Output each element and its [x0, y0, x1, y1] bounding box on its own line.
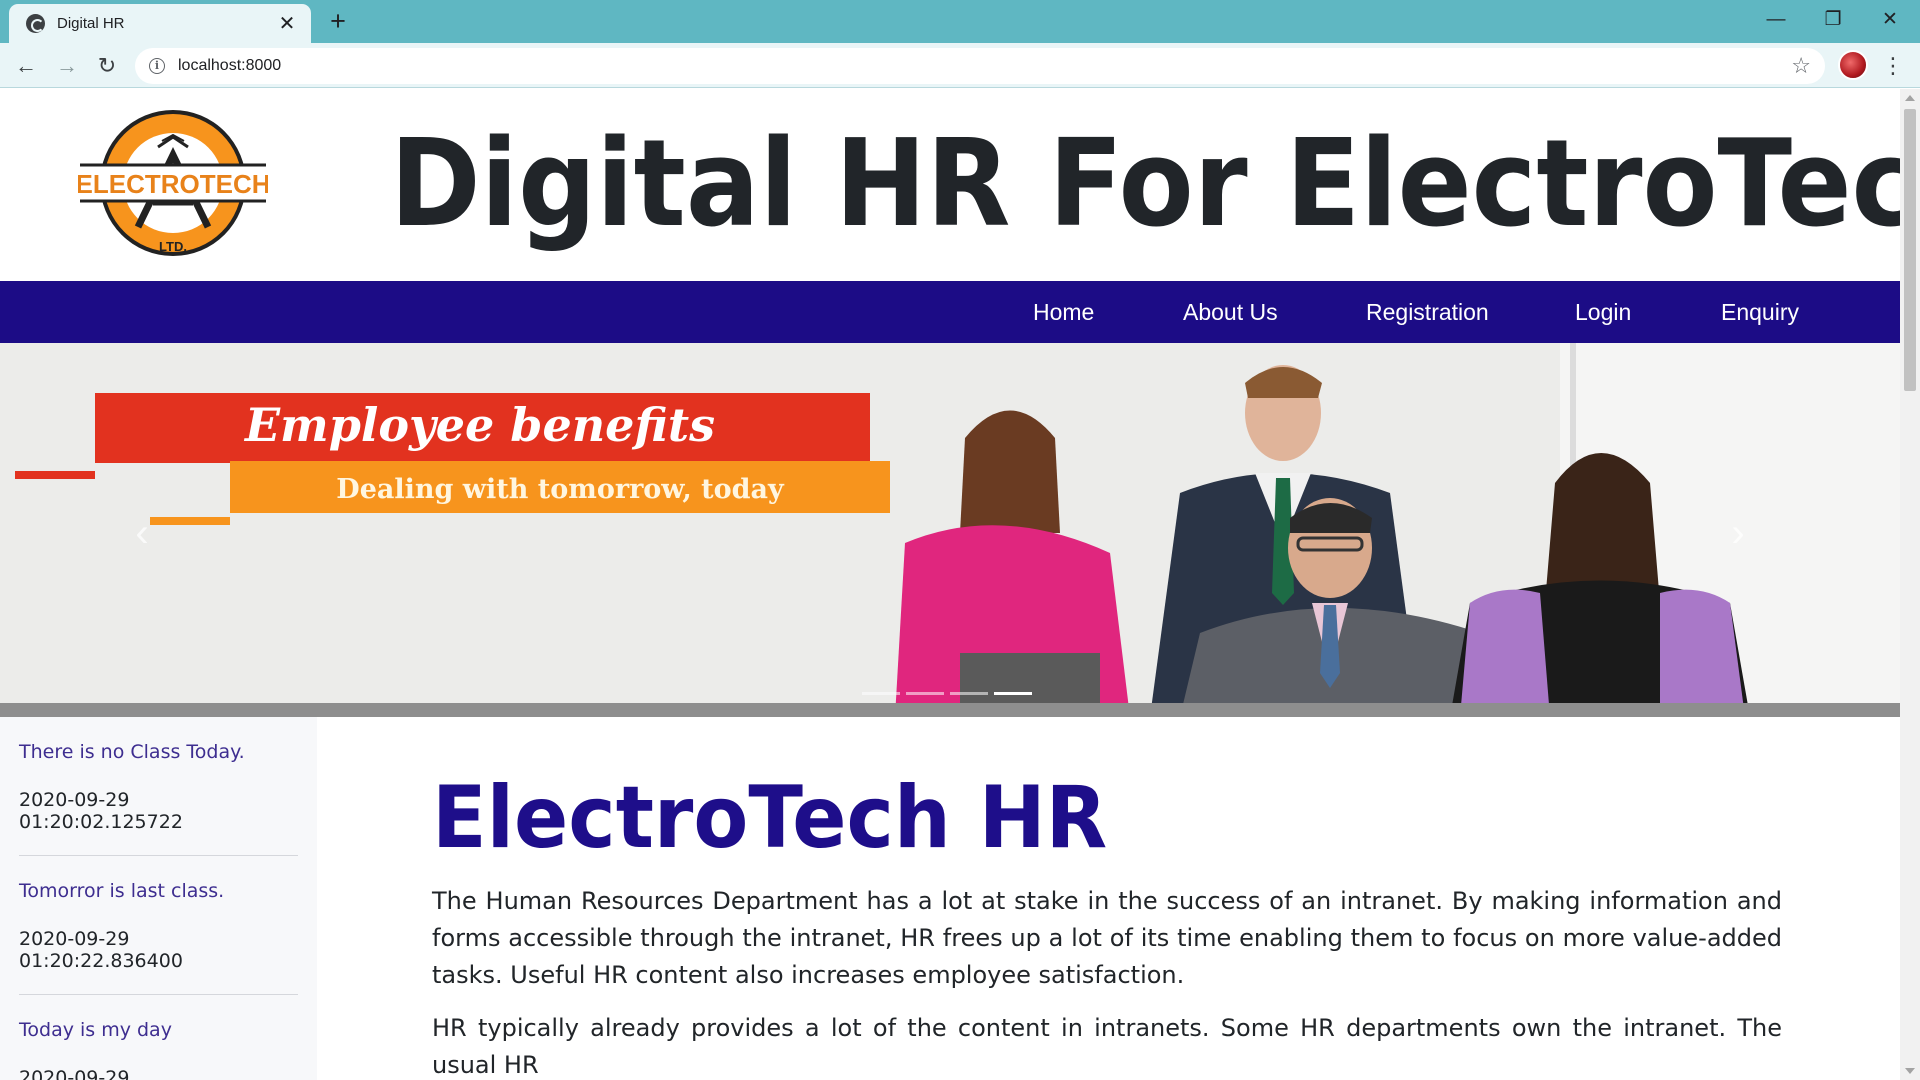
- electrotech-logo[interactable]: ELECTROTECH LTD.: [78, 107, 268, 262]
- carousel-indicator[interactable]: [862, 692, 900, 695]
- close-window-button[interactable]: ✕: [1862, 0, 1918, 40]
- body-paragraph: HR typically already provides a lot of t…: [432, 1014, 1782, 1080]
- nav-login[interactable]: Login: [1575, 281, 1631, 343]
- carousel-indicator-active[interactable]: [994, 692, 1032, 695]
- notice-title[interactable]: Tomorror is last class.: [19, 880, 298, 902]
- browser-tab[interactable]: Digital HR ✕: [9, 4, 311, 43]
- notice-title[interactable]: Today is my day: [19, 1019, 298, 1041]
- site-info-icon[interactable]: i: [149, 58, 165, 74]
- minimize-button[interactable]: —: [1748, 0, 1804, 40]
- new-tab-button[interactable]: +: [323, 6, 353, 36]
- notice-item: Today is my day 2020-09-29 01:20:42.5120…: [19, 1019, 298, 1080]
- site-header: ELECTROTECH LTD. Digital HR For ElectroT…: [0, 89, 1900, 281]
- logo-subtext: LTD.: [159, 239, 187, 254]
- notice-date: 2020-09-29 01:20:42.512072: [19, 1067, 130, 1080]
- page-scrollbar[interactable]: [1900, 89, 1920, 1080]
- scrollbar-thumb[interactable]: [1904, 109, 1916, 391]
- notice-date: 2020-09-29 01:20:02.125722: [19, 789, 183, 833]
- nav-registration[interactable]: Registration: [1366, 281, 1489, 343]
- carousel-indicator[interactable]: [906, 692, 944, 695]
- bookmark-star-icon[interactable]: ☆: [1791, 53, 1811, 79]
- notice-sidebar: There is no Class Today. 2020-09-29 01:2…: [0, 717, 317, 1080]
- tab-title: Digital HR: [57, 15, 125, 32]
- carousel-next-icon[interactable]: ›: [1708, 503, 1768, 563]
- browser-tab-bar: Digital HR ✕ + — ❐ ✕: [0, 0, 1920, 43]
- site-title: Digital HR For ElectroTech: [390, 115, 1900, 254]
- intro-paragraph: The Human Resources Department has a lot…: [432, 887, 1782, 990]
- url-text[interactable]: localhost:8000: [178, 57, 281, 75]
- page-viewport: ELECTROTECH LTD. Digital HR For ElectroT…: [0, 89, 1900, 1080]
- nav-enquiry[interactable]: Enquiry: [1721, 281, 1799, 343]
- globe-icon: [26, 14, 45, 33]
- restore-button[interactable]: ❐: [1805, 0, 1861, 40]
- tab-close-icon[interactable]: ✕: [275, 11, 299, 36]
- browser-menu-icon[interactable]: ⋮: [1880, 50, 1906, 82]
- logo-text: ELECTROTECH: [78, 169, 268, 199]
- back-arrow-icon[interactable]: ←: [10, 50, 42, 82]
- nav-about-us[interactable]: About Us: [1183, 281, 1278, 343]
- nav-home[interactable]: Home: [1033, 281, 1094, 343]
- carousel-prev-icon[interactable]: ‹: [112, 503, 172, 563]
- forward-arrow-icon[interactable]: →: [51, 50, 83, 82]
- profile-avatar[interactable]: [1838, 50, 1868, 80]
- carousel-slide-image: Employee benefits Dealing with tomorrow,…: [0, 343, 1900, 717]
- carousel-indicator[interactable]: [950, 692, 988, 695]
- page-heading: ElectroTech HR: [432, 768, 1108, 868]
- notice-date: 2020-09-29 01:20:22.836400: [19, 928, 183, 972]
- carousel-floor-strip: [0, 703, 1900, 717]
- reload-icon[interactable]: ↻: [91, 50, 123, 82]
- notice-title[interactable]: There is no Class Today.: [19, 741, 298, 763]
- scroll-down-arrow-icon[interactable]: [1905, 1068, 1915, 1074]
- banner-title: Employee benefits: [243, 398, 715, 452]
- browser-toolbar: ← → ↻ i localhost:8000 ☆ ⋮: [0, 43, 1920, 88]
- address-bar[interactable]: i localhost:8000 ☆: [135, 48, 1825, 84]
- hero-carousel[interactable]: Employee benefits Dealing with tomorrow,…: [0, 343, 1900, 717]
- scroll-up-arrow-icon[interactable]: [1905, 95, 1915, 101]
- notice-item: Tomorror is last class. 2020-09-29 01:20…: [19, 880, 298, 995]
- notice-item: There is no Class Today. 2020-09-29 01:2…: [19, 741, 298, 856]
- main-content: ElectroTech HR The Human Resources Depar…: [432, 717, 1782, 1080]
- main-navbar: Home About Us Registration Login Enquiry: [0, 281, 1900, 343]
- banner-subtitle: Dealing with tomorrow, today: [336, 474, 785, 505]
